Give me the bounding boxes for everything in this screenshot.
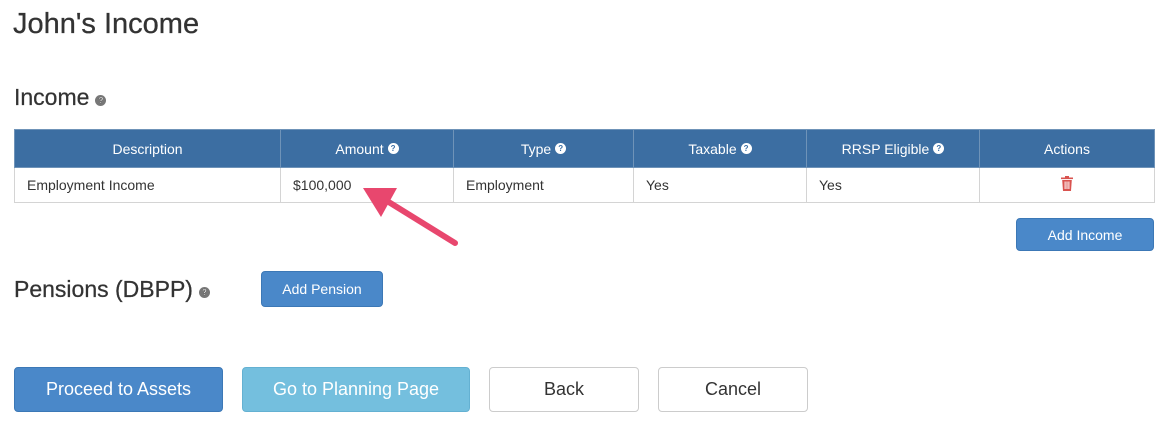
rrsp-eligible-help-icon[interactable]: ? <box>933 143 945 154</box>
page-title: John's Income <box>13 8 200 40</box>
income-actions-cell <box>979 167 1155 203</box>
income-taxable-cell: Yes <box>633 167 807 203</box>
income-section-title: Income ? <box>14 84 107 111</box>
table-row: Employment Income $100,000 Employment Ye… <box>14 167 1155 203</box>
income-title-text: Income <box>14 84 90 110</box>
income-type-cell: Employment <box>453 167 634 203</box>
trash-icon[interactable] <box>1061 176 1073 194</box>
pensions-title-text: Pensions (DBPP) <box>14 276 193 302</box>
back-button[interactable]: Back <box>489 367 639 412</box>
col-header-amount: Amount ? <box>280 129 454 168</box>
col-header-description: Description <box>14 129 281 168</box>
go-to-planning-page-button[interactable]: Go to Planning Page <box>242 367 470 412</box>
add-pension-button[interactable]: Add Pension <box>261 271 383 307</box>
income-description-cell: Employment Income <box>14 167 281 203</box>
pensions-help-icon[interactable]: ? <box>198 287 210 298</box>
cancel-button[interactable]: Cancel <box>658 367 808 412</box>
income-help-icon[interactable]: ? <box>95 95 107 106</box>
col-header-taxable: Taxable ? <box>633 129 807 168</box>
income-table: Description Amount ? Type ? Taxable ? RR… <box>14 129 1155 203</box>
type-help-icon[interactable]: ? <box>555 143 567 154</box>
income-rrsp-cell: Yes <box>806 167 980 203</box>
amount-help-icon[interactable]: ? <box>387 143 399 154</box>
pensions-section-title: Pensions (DBPP) ? <box>14 276 210 303</box>
income-amount-cell: $100,000 <box>280 167 454 203</box>
taxable-help-icon[interactable]: ? <box>740 143 752 154</box>
add-income-button[interactable]: Add Income <box>1016 218 1154 251</box>
proceed-to-assets-button[interactable]: Proceed to Assets <box>14 367 223 412</box>
col-header-actions: Actions <box>979 129 1155 168</box>
income-table-header: Description Amount ? Type ? Taxable ? RR… <box>14 129 1155 168</box>
col-header-type: Type ? <box>453 129 634 168</box>
col-header-rrsp-eligible: RRSP Eligible ? <box>806 129 980 168</box>
